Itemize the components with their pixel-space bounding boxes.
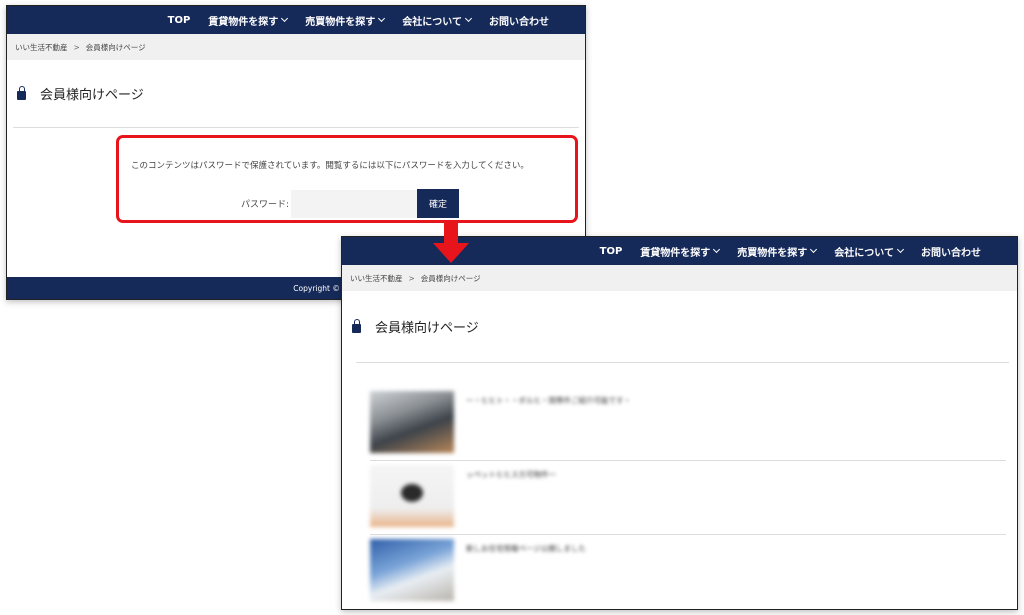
nav-item-rent[interactable]: 賃貸物件を探す xyxy=(640,244,721,259)
member-post-list: ー・ヒヒト・・ボルヒ・間帯件ご紹介可能です・ ッペットヒヒス方可物件一 新しお住… xyxy=(370,387,1006,609)
lock-icon xyxy=(352,319,361,333)
post-thumbnail[interactable] xyxy=(370,539,454,601)
post-thumbnail[interactable] xyxy=(370,465,454,527)
breadcrumb: いい生活不動産 > 会員様向けページ xyxy=(342,265,1017,291)
post-title[interactable]: 新しお住宅情報ページ公開しました xyxy=(466,543,586,554)
breadcrumb-home-link[interactable]: いい生活不動産 xyxy=(15,42,68,53)
page-title: 会員様向けページ xyxy=(375,321,479,336)
nav-item-sale[interactable]: 売買物件を探す xyxy=(305,13,386,28)
list-item[interactable]: ー・ヒヒト・・ボルヒ・間帯件ご紹介可能です・ xyxy=(370,387,1006,461)
arrow-down-icon xyxy=(433,223,469,263)
list-item[interactable]: ッペットヒヒス方可物件一 xyxy=(370,461,1006,535)
member-page-screenshot: TOP 賃貸物件を探す 売買物件を探す 会社について お問い合わせ いい生活不動… xyxy=(341,236,1018,610)
page-title-row: 会員様向けページ xyxy=(7,84,585,103)
nav-item-contact[interactable]: お問い合わせ xyxy=(921,244,981,259)
nav-item-contact[interactable]: お問い合わせ xyxy=(489,13,549,28)
title-divider xyxy=(13,127,579,128)
breadcrumb-home-link[interactable]: いい生活不動産 xyxy=(350,273,403,284)
list-item[interactable]: 新しお住宅情報ページ公開しました xyxy=(370,535,1006,609)
comparison-stage: TOP 賃貸物件を探す 売買物件を探す 会社について お問い合わせ いい生活不動… xyxy=(0,0,1024,615)
breadcrumb-current: 会員様向けページ xyxy=(420,273,481,283)
page-title-row: 会員様向けページ xyxy=(342,317,1017,336)
post-title[interactable]: ー・ヒヒト・・ボルヒ・間帯件ご紹介可能です・ xyxy=(466,395,631,406)
chevron-down-icon xyxy=(713,245,721,254)
breadcrumb-current: 会員様向けページ xyxy=(85,42,146,52)
breadcrumb-separator: > xyxy=(73,42,80,52)
nav-item-company[interactable]: 会社について xyxy=(834,244,905,259)
main-nav: TOP 賃貸物件を探す 売買物件を探す 会社について お問い合わせ xyxy=(7,6,585,34)
title-divider xyxy=(356,362,1009,363)
post-thumbnail[interactable] xyxy=(370,391,454,453)
nav-item-top[interactable]: TOP xyxy=(168,15,191,26)
highlight-frame xyxy=(116,135,578,223)
nav-item-company[interactable]: 会社について xyxy=(402,13,473,28)
chevron-down-icon xyxy=(810,245,818,254)
lock-icon xyxy=(17,86,26,100)
chevron-down-icon xyxy=(464,14,473,23)
breadcrumb-separator: > xyxy=(408,273,415,283)
chevron-down-icon xyxy=(281,14,289,23)
nav-item-rent[interactable]: 賃貸物件を探す xyxy=(208,13,289,28)
nav-item-top[interactable]: TOP xyxy=(600,246,623,257)
page-title: 会員様向けページ xyxy=(40,88,144,103)
breadcrumb: いい生活不動産 > 会員様向けページ xyxy=(7,34,585,60)
nav-item-sale[interactable]: 売買物件を探す xyxy=(737,244,818,259)
chevron-down-icon xyxy=(896,245,905,254)
chevron-down-icon xyxy=(378,14,386,23)
post-title[interactable]: ッペットヒヒス方可物件一 xyxy=(466,469,556,480)
